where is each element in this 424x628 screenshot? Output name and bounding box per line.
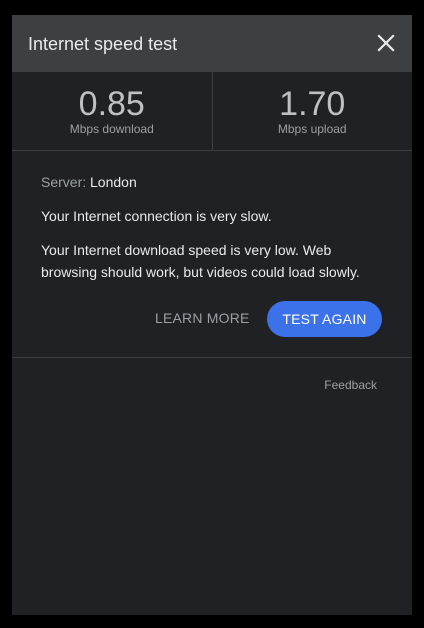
speed-test-dialog: Internet speed test 0.85 Mbps download 1… xyxy=(12,15,412,615)
upload-value: 1.70 xyxy=(279,85,346,123)
close-icon xyxy=(377,34,395,52)
server-value: London xyxy=(90,174,137,190)
dialog-title: Internet speed test xyxy=(28,34,178,54)
speed-explanation: Your Internet download speed is very low… xyxy=(41,242,360,280)
upload-label: Mbps upload xyxy=(277,122,347,136)
test-again-button[interactable]: TEST AGAIN xyxy=(267,301,382,337)
server-info: Server: London xyxy=(41,174,137,190)
server-label: Server: xyxy=(41,174,91,190)
download-value: 0.85 xyxy=(78,85,145,123)
dialog-header: Internet speed test xyxy=(12,15,412,72)
connection-status: Your Internet connection is very slow. xyxy=(41,208,272,224)
download-label: Mbps download xyxy=(69,122,154,136)
close-button[interactable] xyxy=(374,31,398,55)
feedback-link[interactable]: Feedback xyxy=(324,378,377,392)
speed-results: 0.85 Mbps download 1.70 Mbps upload xyxy=(12,72,412,151)
download-result: 0.85 Mbps download xyxy=(12,72,212,150)
learn-more-link[interactable]: LEARN MORE xyxy=(155,310,250,326)
upload-result: 1.70 Mbps upload xyxy=(211,72,413,150)
